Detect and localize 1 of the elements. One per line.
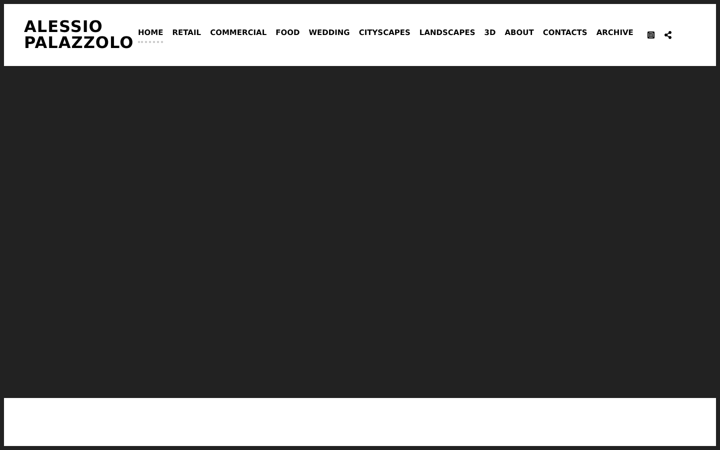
- site-logo[interactable]: ALESSIO PALAZZOLO: [24, 19, 134, 51]
